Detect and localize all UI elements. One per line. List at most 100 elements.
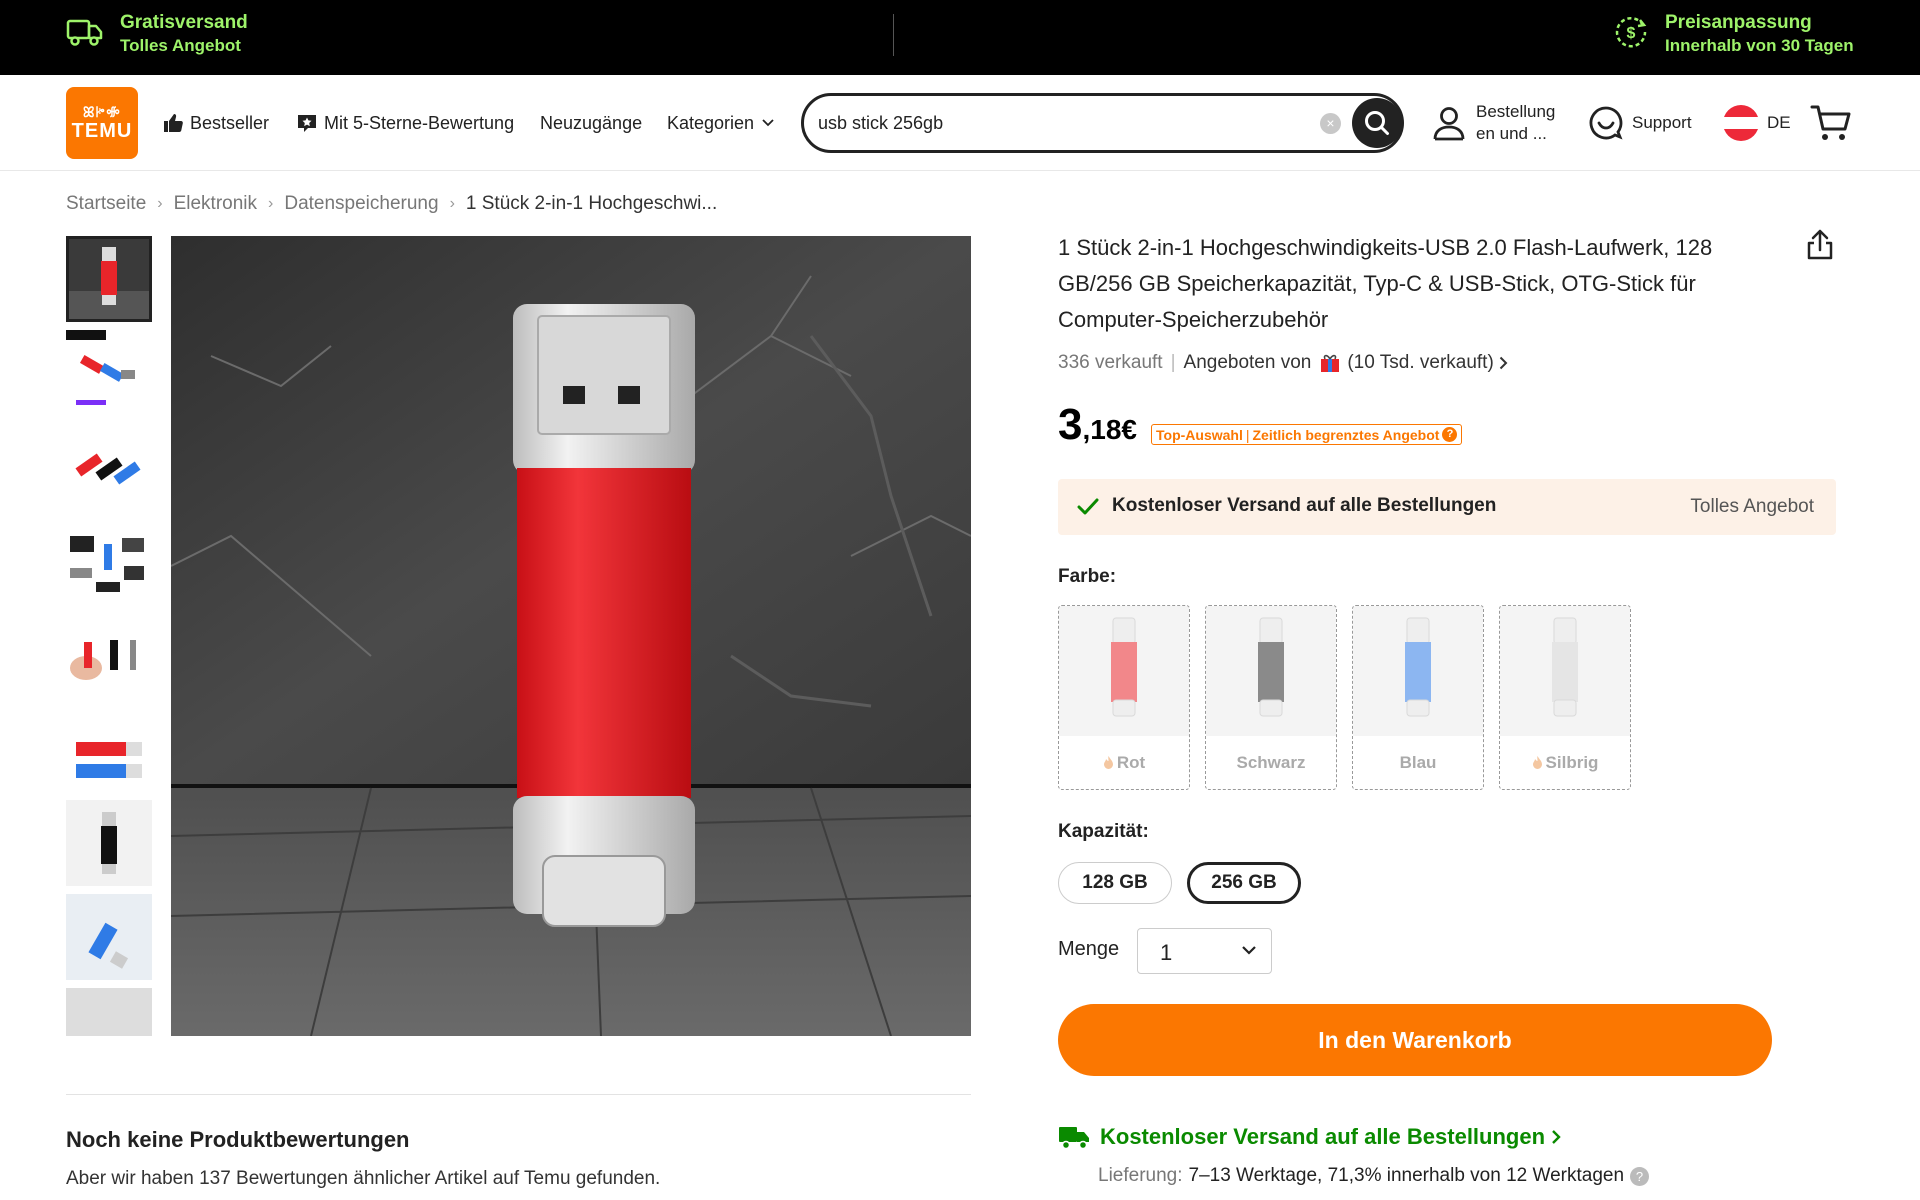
color-option-label: Rot bbox=[1059, 753, 1189, 773]
color-option-rot[interactable]: Rot bbox=[1058, 605, 1190, 790]
thumbnail-3[interactable] bbox=[66, 424, 152, 510]
sold-count: 336 verkauft bbox=[1058, 352, 1163, 373]
add-to-cart-label: In den Warenkorb bbox=[1318, 1026, 1512, 1053]
color-option-name: Silbrig bbox=[1545, 753, 1599, 772]
chevron-down-icon bbox=[1241, 943, 1257, 961]
color-option-schwarz[interactable]: Schwarz bbox=[1205, 605, 1337, 790]
tag-separator: | bbox=[1245, 426, 1250, 443]
question-icon[interactable]: ? bbox=[1630, 1166, 1650, 1186]
logo-word: TEMU bbox=[71, 120, 133, 142]
color-option-blau[interactable]: Blau bbox=[1352, 605, 1484, 790]
language-label: DE bbox=[1767, 113, 1791, 132]
thumbnail-7[interactable] bbox=[66, 800, 152, 886]
color-label: Farbe: bbox=[1058, 566, 1117, 587]
orders-account[interactable]: Bestellung en und ... bbox=[1432, 75, 1555, 171]
clear-search-icon[interactable]: × bbox=[1320, 113, 1341, 134]
capacity-256-label: 256 GB bbox=[1211, 872, 1277, 893]
thumbnail-1[interactable] bbox=[66, 236, 152, 322]
free-shipping-banner: Kostenloser Versand auf alle Bestellunge… bbox=[1058, 479, 1836, 535]
delivery-value: 7–13 Werktage, 71,3% innerhalb von 12 We… bbox=[1188, 1165, 1625, 1186]
chevron-right-icon bbox=[1551, 1129, 1561, 1145]
share-icon[interactable] bbox=[1805, 229, 1835, 266]
promo-left-subtitle: Tolles Angebot bbox=[120, 36, 241, 55]
offered-by-label: Angeboten von bbox=[1183, 352, 1312, 373]
price-adjust-promo[interactable]: $ Preisanpassung Innerhalb von 30 Tagen bbox=[1613, 11, 1854, 57]
tag-limited-offer: Zeitlich begrenztes Angebot bbox=[1252, 426, 1440, 443]
truck-icon bbox=[66, 16, 104, 53]
main-product-image[interactable] bbox=[171, 236, 971, 1036]
nav-five-star[interactable]: Mit 5-Sterne-Bewertung bbox=[296, 75, 514, 171]
thumbs-up-icon bbox=[162, 112, 184, 134]
capacity-option-256gb[interactable]: 256 GB bbox=[1187, 862, 1301, 904]
nav-categories[interactable]: Kategorien bbox=[667, 75, 774, 171]
free-shipping-text: Kostenloser Versand auf alle Bestellunge… bbox=[1112, 495, 1497, 516]
price-adjust-icon: $ bbox=[1613, 14, 1649, 55]
cart-icon bbox=[1810, 103, 1852, 143]
free-shipping-promo[interactable]: Gratisversand Tolles Angebot bbox=[66, 11, 248, 57]
orders-label-2: en und ... bbox=[1476, 124, 1547, 143]
breadcrumb-electronics[interactable]: Elektronik bbox=[174, 193, 257, 215]
quantity-value: 1 bbox=[1160, 940, 1173, 965]
flame-icon bbox=[1103, 755, 1114, 770]
language-selector[interactable]: DE bbox=[1723, 75, 1791, 171]
seller-link[interactable]: (10 Tsd. verkauft) bbox=[1319, 352, 1508, 374]
breadcrumb: Startseite › Elektronik › Datenspeicheru… bbox=[66, 192, 717, 216]
offer-tags[interactable]: Top-Auswahl | Zeitlich begrenztes Angebo… bbox=[1151, 424, 1463, 445]
nav-new-arrivals[interactable]: Neuzugänge bbox=[540, 75, 642, 171]
thumbnail-9[interactable] bbox=[66, 988, 152, 1036]
price: 3 ,18€ bbox=[1058, 400, 1137, 450]
star-badge-icon bbox=[296, 112, 318, 134]
support-link[interactable]: Support bbox=[1588, 75, 1692, 171]
color-option-name: Rot bbox=[1116, 753, 1146, 772]
color-option-image bbox=[1500, 606, 1630, 736]
promo-right-title: Preisanpassung bbox=[1665, 12, 1812, 33]
price-decimal: ,18€ bbox=[1082, 414, 1137, 445]
nav-categories-label: Kategorien bbox=[667, 112, 755, 133]
thumbnail-5[interactable] bbox=[66, 612, 152, 698]
breadcrumb-storage[interactable]: Datenspeicherung bbox=[284, 193, 438, 215]
color-option-name: Blau bbox=[1399, 753, 1437, 772]
color-option-silbrig[interactable]: Silbrig bbox=[1499, 605, 1631, 790]
search-input[interactable] bbox=[818, 96, 1298, 150]
sales-info: 336 verkauft | Angeboten von (10 Tsd. ve… bbox=[1058, 352, 1508, 374]
orders-label-1: Bestellung bbox=[1476, 102, 1556, 121]
breadcrumb-home[interactable]: Startseite bbox=[66, 193, 146, 215]
promo-divider bbox=[893, 14, 894, 56]
question-icon: ? bbox=[1442, 427, 1458, 442]
nav-new-label: Neuzugänge bbox=[540, 112, 643, 133]
quantity-label: Menge bbox=[1058, 938, 1120, 960]
free-shipping-link[interactable]: Kostenloser Versand auf alle Bestellunge… bbox=[1058, 1124, 1561, 1150]
quantity-select[interactable]: 1 bbox=[1137, 928, 1272, 974]
thumbnail-strip bbox=[66, 236, 152, 1036]
color-option-label: Blau bbox=[1353, 753, 1483, 773]
color-option-image bbox=[1353, 606, 1483, 736]
chevron-right-icon: › bbox=[268, 195, 274, 212]
thumbnail-8[interactable] bbox=[66, 894, 152, 980]
nav-bestseller-label: Bestseller bbox=[190, 112, 270, 133]
logo-glyphs: ꕤꔶꗂ bbox=[82, 104, 122, 120]
color-option-image bbox=[1059, 606, 1189, 736]
nav-five-star-label: Mit 5-Sterne-Bewertung bbox=[324, 112, 515, 133]
breadcrumb-current: 1 Stück 2-in-1 Hochgeschwi... bbox=[465, 193, 718, 214]
reviews-title: Noch keine Produktbewertungen bbox=[66, 1127, 410, 1152]
temu-logo[interactable]: ꕤꔶꗂ TEMU bbox=[66, 87, 138, 159]
capacity-option-128gb[interactable]: 128 GB bbox=[1058, 862, 1172, 904]
delivery-info: Lieferung: 7–13 Werktage, 71,3% innerhal… bbox=[1098, 1165, 1650, 1187]
thumbnail-6[interactable] bbox=[66, 706, 152, 792]
chevron-right-icon: › bbox=[157, 195, 163, 212]
seller-logo-icon bbox=[1319, 353, 1341, 373]
color-option-name: Schwarz bbox=[1236, 753, 1306, 772]
nav-bestseller[interactable]: Bestseller bbox=[162, 75, 269, 171]
cart-button[interactable] bbox=[1810, 75, 1852, 171]
delivery-truck-icon bbox=[1058, 1124, 1090, 1150]
checkmark-icon bbox=[1076, 495, 1100, 524]
thumbnail-4[interactable] bbox=[66, 518, 152, 604]
site-header: ꕤꔶꗂ TEMU Bestseller Mit 5-Sterne-Bewertu… bbox=[0, 75, 1920, 171]
product-title: 1 Stück 2-in-1 Hochgeschwindigkeits-USB … bbox=[1058, 235, 1713, 332]
flame-icon bbox=[1532, 755, 1543, 770]
support-chat-icon bbox=[1588, 105, 1624, 141]
add-to-cart-button[interactable]: In den Warenkorb bbox=[1058, 1004, 1772, 1076]
thumbnail-2[interactable] bbox=[66, 330, 152, 416]
austria-flag-icon bbox=[1723, 105, 1759, 141]
search-button[interactable] bbox=[1352, 98, 1402, 148]
